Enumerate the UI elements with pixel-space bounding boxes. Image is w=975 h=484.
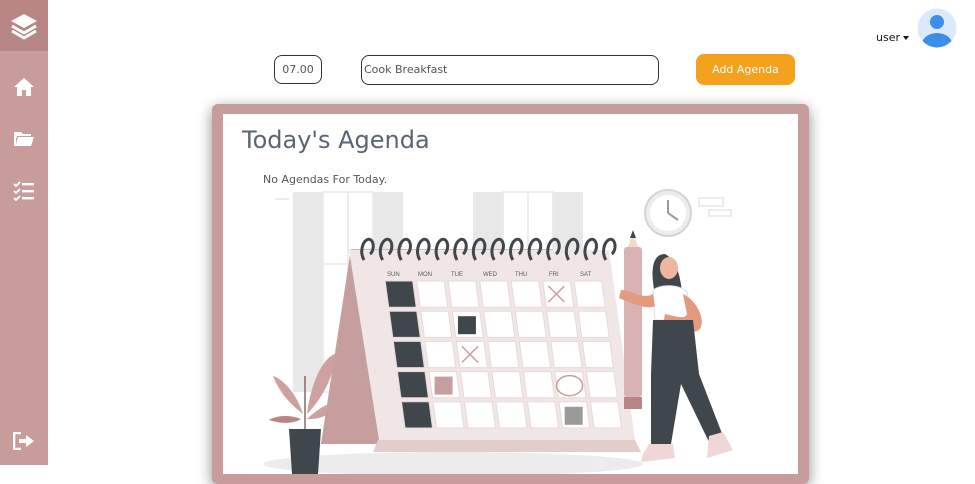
nav-home[interactable] (0, 77, 48, 97)
home-icon (14, 78, 34, 96)
agenda-card: SUN MON TUE WED THU FRI SAT Today's Agen… (223, 114, 798, 474)
calendar-cell (459, 371, 493, 399)
calendar-cell (573, 280, 606, 308)
calendar-cell (550, 340, 583, 369)
calendar-cell (589, 401, 623, 429)
calendar-mark (564, 406, 583, 425)
calendar-cell (483, 310, 516, 338)
checklist-icon (13, 181, 34, 201)
user-name: user (876, 31, 900, 44)
calendar-cell (581, 340, 614, 369)
calendar-cell (432, 401, 465, 429)
day-label: SUN (387, 272, 400, 278)
time-input[interactable]: 07.00 (274, 55, 322, 84)
logout-button[interactable] (0, 432, 48, 450)
wall-clock-icon (644, 189, 692, 237)
caret-down-icon (903, 36, 909, 40)
logout-icon (13, 432, 34, 450)
calendar-cell (392, 340, 425, 369)
calendar-cell (455, 340, 488, 369)
calendar-mark (457, 316, 476, 335)
calendar-cell (420, 310, 453, 338)
calendar-cell (388, 310, 421, 338)
day-label: MON (418, 272, 432, 278)
add-agenda-button[interactable]: Add Agenda (696, 54, 795, 85)
day-label: SAT (580, 272, 592, 278)
task-input[interactable]: Cook Breakfast (361, 55, 659, 85)
user-menu[interactable]: user (876, 31, 909, 44)
calendar-cell (424, 340, 457, 369)
calendar-cell (542, 280, 575, 308)
calendar-cell (487, 340, 520, 369)
calendar-cell (585, 371, 619, 399)
layers-icon (11, 13, 37, 39)
calendar-cell (400, 401, 434, 429)
calendar-cell (384, 280, 417, 308)
nav-folders[interactable] (0, 130, 48, 148)
calendar-illustration: SUN MON TUE WED THU FRI SAT (263, 189, 733, 474)
woman-figure (619, 230, 733, 462)
day-label: TUE (451, 272, 463, 278)
empty-message: No Agendas For Today. (263, 173, 388, 186)
calendar-cell (522, 371, 556, 399)
calendar-cell (546, 310, 579, 338)
day-label: FRI (549, 272, 559, 278)
calendar-cell (447, 280, 480, 308)
user-avatar-icon (917, 8, 957, 48)
calendar-cell (463, 401, 497, 429)
calendar-cell (577, 310, 610, 338)
day-label: THU (515, 272, 527, 278)
nav-tasks[interactable] (0, 181, 48, 201)
calendar-cell (514, 310, 547, 338)
folder-icon (14, 132, 34, 146)
calendar-cell (495, 401, 528, 429)
calendar-cell (491, 371, 524, 399)
page-title: Today's Agenda (242, 126, 430, 154)
calendar-cell (416, 280, 449, 308)
logo[interactable] (0, 0, 48, 51)
calendar-cell (479, 280, 512, 308)
calendar-cell (526, 401, 560, 429)
avatar[interactable] (917, 8, 957, 53)
calendar-mark (434, 376, 453, 395)
day-label: WED (483, 272, 498, 278)
calendar-cell (396, 371, 430, 399)
calendar-cell (510, 280, 543, 308)
sidebar (0, 0, 48, 465)
calendar-cell (518, 340, 551, 369)
